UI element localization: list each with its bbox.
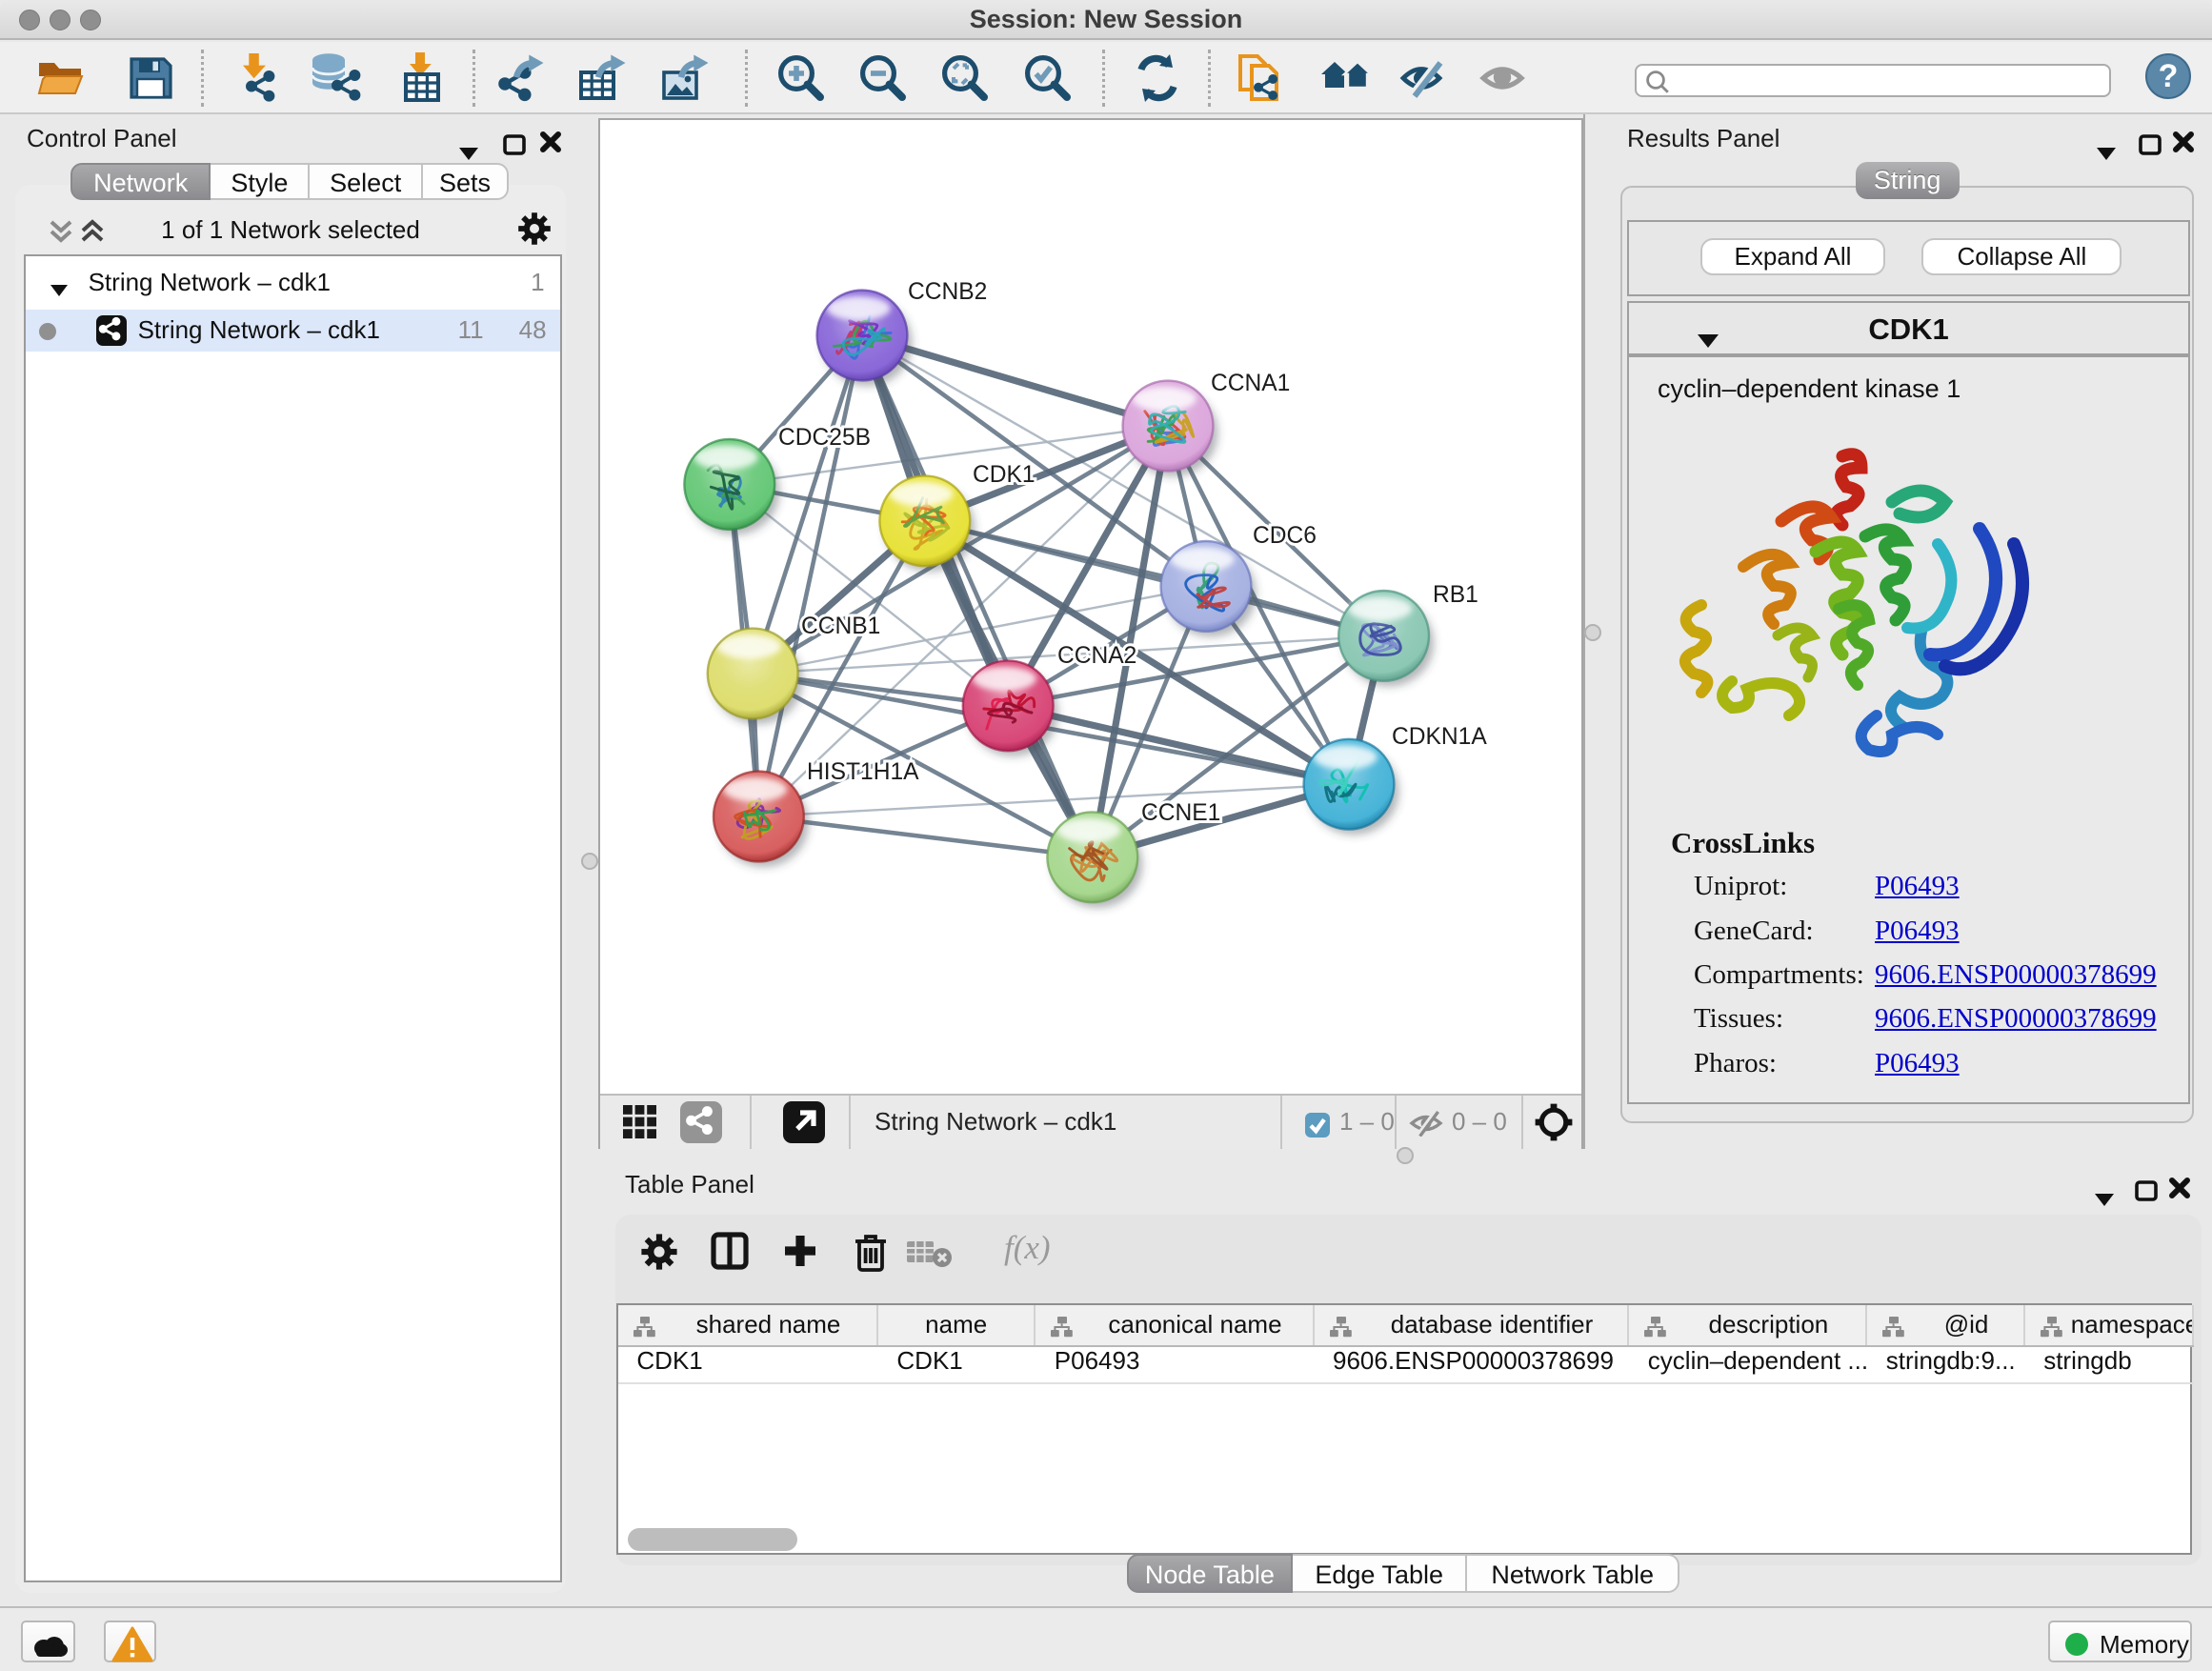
svg-text:CDC25B: CDC25B [778,425,871,451]
svg-text:CDKN1A: CDKN1A [1392,724,1487,750]
svg-text:CCNE1: CCNE1 [1141,800,1220,826]
svg-text:HIST1H1A: HIST1H1A [807,759,919,785]
svg-text:CDK1: CDK1 [973,462,1036,488]
svg-text:CCNA2: CCNA2 [1057,643,1136,669]
svg-text:CCNB1: CCNB1 [801,614,880,639]
svg-text:CCNA1: CCNA1 [1211,371,1290,396]
svg-text:?: ? [2159,58,2179,94]
svg-text:CDC6: CDC6 [1253,523,1317,549]
svg-text:RB1: RB1 [1433,582,1478,608]
svg-text:CCNB2: CCNB2 [908,279,987,305]
